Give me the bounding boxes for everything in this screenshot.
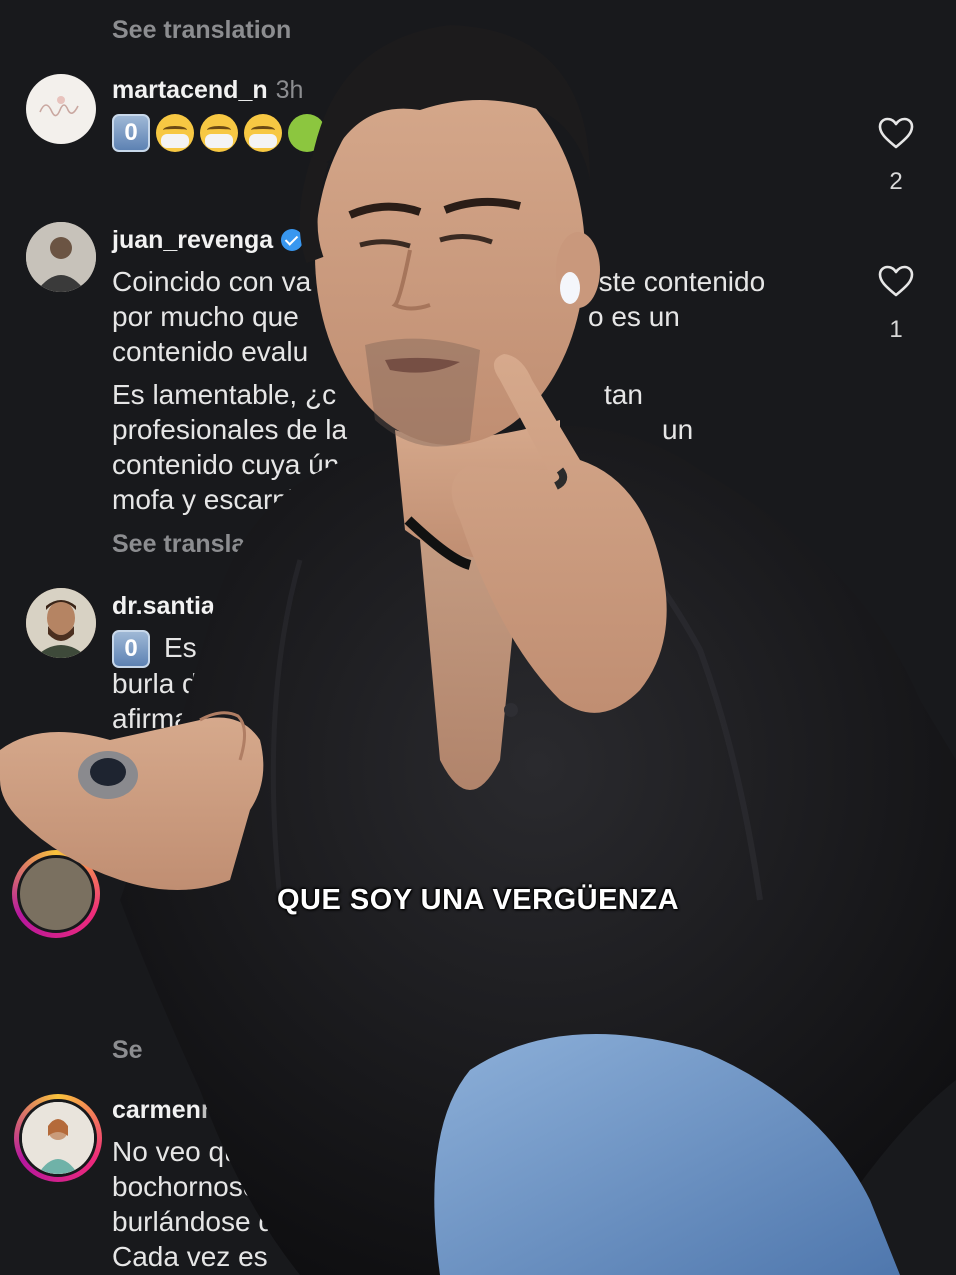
see-translation-link[interactable]: See translati [112,530,261,559]
comment-text: No veo que este bochornoso y de burlándo… [112,1136,320,1272]
avatar-photo-icon [26,588,96,658]
comment-username[interactable]: martacend_n 3h [112,76,303,105]
comment-text: Es [164,632,197,663]
comment-username[interactable]: dr.santia [112,592,215,621]
keycap-0-emoji: 0 [112,114,150,152]
avatar-photo-icon [22,1102,94,1174]
comment-emoji-row: 0 [112,114,326,152]
heart-icon[interactable] [877,116,915,150]
comment-text: Coincido con va por mucho que contenido … [112,266,312,367]
green-face-emoji [288,114,326,152]
comment-list: See translation martacend_n 3h 0 2 juan_… [0,0,956,1275]
avatar-logo-icon [39,96,79,117]
video-caption: QUE SOY UNA VERGÜENZA [276,884,680,916]
comment-text: Es lamentable, ¿c profesionales de la co… [112,379,348,515]
see-translation-link[interactable]: See translation [112,16,291,45]
comment-text-fragment: este contenido o es un [583,266,766,332]
avatar[interactable] [26,74,96,144]
heart-icon[interactable] [877,264,915,298]
comment-text: burla d afirmac [112,668,204,734]
mask-face-emoji [200,114,238,152]
avatar[interactable] [26,222,96,292]
mask-face-emoji [244,114,282,152]
comment-username[interactable]: juan_revenga [112,226,304,255]
avatar [19,1099,97,1177]
video-frame: See translation martacend_n 3h 0 2 juan_… [0,0,956,1275]
see-translation-link[interactable]: Se [112,1036,143,1065]
comment-emoji-row: 0 [112,630,150,668]
avatar[interactable] [26,588,96,658]
like-count: 2 [889,168,903,195]
like-count: 1 [889,316,903,343]
comment-username[interactable]: carmennutricio [112,1096,293,1125]
avatar-photo-icon [26,222,96,292]
keycap-0-emoji: 0 [112,630,150,668]
avatar-story-ring[interactable] [14,1094,102,1182]
comment-text-fragment: tan un [604,379,694,445]
mask-face-emoji [156,114,194,152]
verified-badge-icon [281,229,304,251]
